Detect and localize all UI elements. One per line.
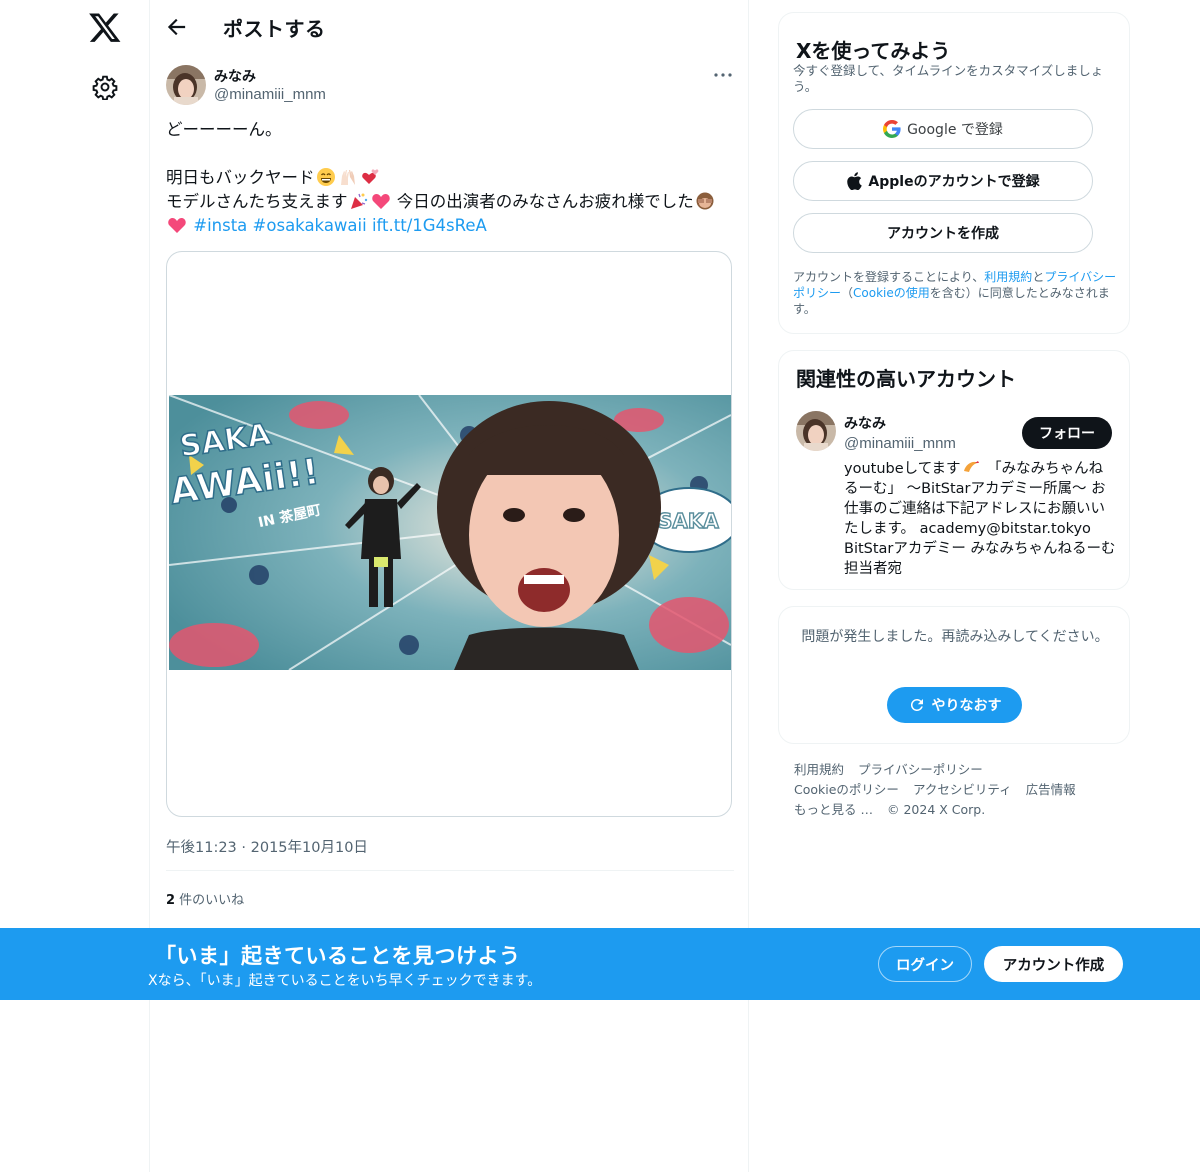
likes-count[interactable]: 2 件のいいね xyxy=(166,889,244,908)
banner-title: 「いま」起きていることを見つけよう xyxy=(155,944,521,968)
google-icon xyxy=(883,120,901,138)
google-signup-label: Google で登録 xyxy=(907,119,1003,139)
legal-text: （ xyxy=(841,286,854,300)
page-title: ポストする xyxy=(223,17,326,41)
related-account-handle[interactable]: @minamiii_mnm xyxy=(844,435,956,452)
cookie-link[interactable]: Cookieの使用 xyxy=(853,286,930,300)
google-label-suffix: で登録 xyxy=(956,122,1003,138)
copyright: © 2024 X Corp. xyxy=(886,802,986,817)
arrow-left-icon[interactable] xyxy=(164,14,190,40)
post-text-segment: 今日の出演者のみなさんお疲れ様でした xyxy=(391,192,694,211)
author-handle[interactable]: @minamiii_mnm xyxy=(214,86,326,103)
revolving-hearts-emoji-icon xyxy=(360,167,380,187)
footer-link-more[interactable]: もっと見る … xyxy=(794,802,873,817)
page-header: ポストする xyxy=(150,0,748,54)
post-text-line: #insta #osakakawaii ift.tt/1G4sReA xyxy=(166,214,740,238)
post-text-segment: 明日もバックヤード xyxy=(166,168,315,187)
hashtag-link[interactable]: #insta xyxy=(193,216,247,235)
refresh-icon xyxy=(910,698,923,711)
shrimp-tempura-emoji-icon xyxy=(961,457,981,477)
avatar[interactable] xyxy=(796,411,836,451)
see-no-evil-monkey-emoji-icon xyxy=(695,191,715,211)
legal-notice: アカウントを登録することにより、利用規約とプライバシーポリシー（Cookieの使… xyxy=(793,269,1121,317)
post-text-line: どーーーーん。 xyxy=(166,120,282,139)
footer-link-privacy[interactable]: プライバシーポリシー xyxy=(858,762,983,777)
party-popper-emoji-icon xyxy=(349,191,369,211)
avatar[interactable] xyxy=(166,65,206,105)
apple-signup-label: Appleのアカウントで登録 xyxy=(868,174,1040,190)
signup-card: Xを使ってみよう 今すぐ登録して、タイムラインをカスタマイズしましょう。 Goo… xyxy=(778,12,1130,334)
footer-link-cookie[interactable]: Cookieのポリシー xyxy=(794,782,899,797)
follow-button[interactable]: フォロー xyxy=(1022,417,1112,449)
short-link[interactable]: ift.tt/1G4sReA xyxy=(372,216,487,235)
post-text-blank xyxy=(166,142,740,166)
hashtag-link[interactable]: #osakakawaii xyxy=(253,216,367,235)
apple-icon xyxy=(846,172,863,190)
legal-text: と xyxy=(1032,270,1045,284)
retry-label: やりなおす xyxy=(931,698,1002,714)
related-account-bio: youtubeしてます 「みなみちゃんねるーむ」 〜BitStarアカデミー所属… xyxy=(844,457,1116,579)
banner-subtitle: Xなら、「いま」起きていることをいち早くチェックできます。 xyxy=(148,973,542,989)
post-text-segment: モデルさんたち支えます xyxy=(166,192,348,211)
more-options-icon[interactable] xyxy=(712,66,734,84)
bio-text: 「みなみちゃんねるーむ」 〜BitStarアカデミー所属〜 お仕事のご連絡は下記… xyxy=(844,461,1116,577)
sparkling-heart-emoji-icon xyxy=(371,191,391,211)
login-button[interactable]: ログイン xyxy=(878,946,972,982)
signup-button[interactable]: アカウント作成 xyxy=(984,946,1123,982)
post-photo[interactable]: SAKA AWAii!! IN 茶屋町 OSAKA xyxy=(169,395,731,670)
legal-text: アカウントを登録することにより、 xyxy=(793,270,985,284)
google-label-brand: Google xyxy=(907,122,957,138)
post-text: どーーーーん。 明日もバックヤード モデルさんたち支えます 今日の出演者のみなさ… xyxy=(166,118,740,238)
bio-text: youtubeしてます xyxy=(844,461,961,477)
divider xyxy=(166,870,734,871)
error-message: 問題が発生しました。再読み込みしてください。 xyxy=(801,629,1109,645)
post-timestamp[interactable]: 午後11:23 · 2015年10月10日 xyxy=(166,836,368,857)
footer-links: 利用規約 プライバシーポリシー Cookieのポリシー アクセシビリティ 広告情報 も… xyxy=(794,760,1124,820)
post-text-line: モデルさんたち支えます 今日の出演者のみなさんお疲れ様でした xyxy=(166,190,740,214)
create-account-label: アカウントを作成 xyxy=(887,226,999,242)
sparkling-heart-emoji-icon xyxy=(167,215,187,235)
related-title: 関連性の高いアカウント xyxy=(796,367,1016,391)
author-name[interactable]: みなみ xyxy=(214,66,256,86)
footer-link-accessibility[interactable]: アクセシビリティ xyxy=(913,782,1012,797)
related-account-name[interactable]: みなみ xyxy=(844,413,886,433)
raised-hands-emoji-icon xyxy=(338,167,358,187)
error-card: 問題が発生しました。再読み込みしてください。 やりなおす xyxy=(778,606,1130,744)
signup-title: Xを使ってみよう xyxy=(796,39,951,63)
google-signup-button[interactable]: Google で登録 xyxy=(793,109,1093,149)
signup-banner: 「いま」起きていることを見つけよう Xなら、「いま」起きていることをいち早くチェ… xyxy=(0,928,1200,1000)
apple-signup-button[interactable]: Appleのアカウントで登録 xyxy=(793,161,1093,201)
grin-emoji-icon xyxy=(316,167,336,187)
footer-link-terms[interactable]: 利用規約 xyxy=(794,762,844,777)
related-accounts-card: 関連性の高いアカウント みなみ @minamiii_mnm フォロー youtu… xyxy=(778,350,1130,590)
terms-link[interactable]: 利用規約 xyxy=(984,270,1032,284)
gear-icon[interactable] xyxy=(92,74,118,101)
post-text-line: 明日もバックヤード xyxy=(166,166,740,190)
media-card[interactable]: SAKA AWAii!! IN 茶屋町 OSAKA xyxy=(166,251,732,817)
footer-link-ads[interactable]: 広告情報 xyxy=(1026,782,1076,797)
likes-label: 件のいいね xyxy=(175,893,245,908)
likes-number: 2 xyxy=(166,893,176,908)
retry-button[interactable]: やりなおす xyxy=(887,687,1022,723)
x-logo-icon[interactable] xyxy=(88,10,122,44)
create-account-button[interactable]: アカウントを作成 xyxy=(793,213,1093,253)
signup-subtitle: 今すぐ登録して、タイムラインをカスタマイズしましょう。 xyxy=(793,63,1104,94)
